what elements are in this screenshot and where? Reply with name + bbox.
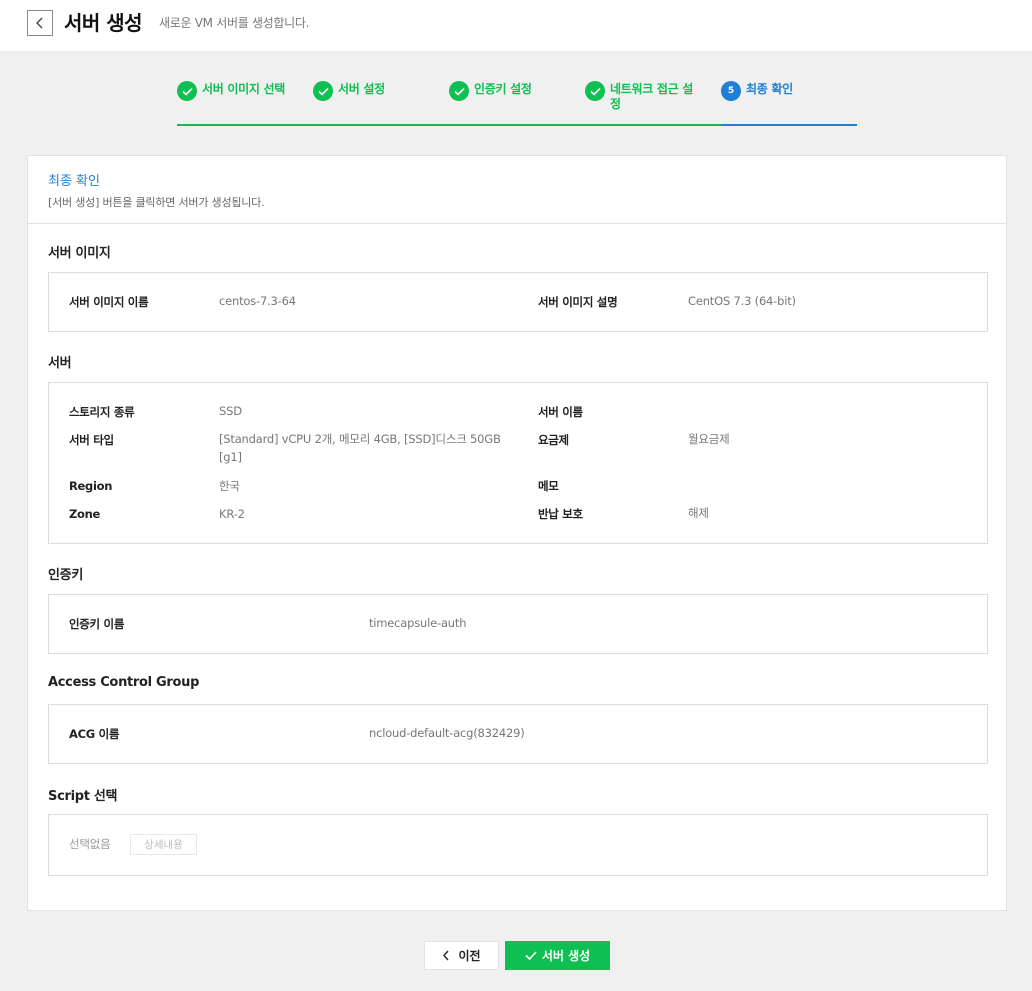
zone-label: Zone xyxy=(69,507,101,521)
image-name-value: centos-7.3-64 xyxy=(219,294,296,308)
chevron-left-icon xyxy=(443,950,449,961)
acg-name-value: ncloud-default-acg(832429) xyxy=(369,726,525,740)
step-network-access[interactable]: 네트워크 접근 설정 xyxy=(585,78,721,126)
server-box: 스토리지 종류 SSD 서버 타입 [Standard] vCPU 2개, 메모… xyxy=(48,382,988,544)
plan-value: 월요금제 xyxy=(688,432,730,446)
step-label: 서버 설정 xyxy=(338,82,385,96)
top-header: 서버 생성 새로운 VM 서버를 생성합니다. xyxy=(0,0,1032,51)
chevron-left-icon xyxy=(36,17,43,29)
section-title-acg: Access Control Group xyxy=(48,675,200,690)
auth-key-name-label: 인증키 이름 xyxy=(69,617,125,631)
region-label: Region xyxy=(69,479,113,493)
section-title-server-image: 서버 이미지 xyxy=(48,246,111,261)
back-button[interactable] xyxy=(27,10,53,36)
auth-key-box: 인증키 이름 timecapsule-auth xyxy=(48,594,988,654)
check-circle-icon xyxy=(177,81,197,101)
memo-label: 메모 xyxy=(538,479,559,493)
check-icon xyxy=(525,951,537,960)
storage-label: 스토리지 종류 xyxy=(69,405,135,419)
step-bar xyxy=(177,124,313,126)
step-server-settings[interactable]: 서버 설정 xyxy=(313,78,449,126)
page-subtitle: 새로운 VM 서버를 생성합니다. xyxy=(159,16,310,30)
plan-label: 요금제 xyxy=(538,433,569,447)
image-name-label: 서버 이미지 이름 xyxy=(69,295,149,309)
step-auth-key[interactable]: 인증키 설정 xyxy=(449,78,585,126)
image-desc-label: 서버 이미지 설명 xyxy=(538,295,618,309)
check-circle-icon xyxy=(585,81,605,101)
step-bar xyxy=(721,124,857,126)
section-title-auth-key: 인증키 xyxy=(48,568,83,583)
region-value: 한국 xyxy=(219,479,240,493)
server-type-label: 서버 타입 xyxy=(69,433,114,447)
step-server-image[interactable]: 서버 이미지 선택 xyxy=(177,78,313,126)
script-box: 선택없음 상세내용 xyxy=(48,814,988,876)
create-button-label: 서버 생성 xyxy=(541,949,591,963)
step-label: 서버 이미지 선택 xyxy=(202,82,285,96)
check-circle-icon xyxy=(313,81,333,101)
prev-button[interactable]: 이전 xyxy=(424,941,499,970)
script-detail-button[interactable]: 상세내용 xyxy=(130,834,197,855)
panel-title: 최종 확인 xyxy=(48,174,100,189)
auth-key-name-value: timecapsule-auth xyxy=(369,616,467,630)
acg-name-label: ACG 이름 xyxy=(69,727,120,741)
return-protect-label: 반납 보호 xyxy=(538,507,583,521)
step-number-badge: 5 xyxy=(721,81,741,101)
image-desc-value: CentOS 7.3 (64-bit) xyxy=(688,294,796,308)
panel-header: 최종 확인 [서버 생성] 버튼을 클릭하면 서버가 생성됩니다. xyxy=(28,156,1006,224)
section-title-server: 서버 xyxy=(48,356,72,371)
create-server-button[interactable]: 서버 생성 xyxy=(505,941,610,970)
zone-value: KR-2 xyxy=(219,507,245,521)
acg-box: ACG 이름 ncloud-default-acg(832429) xyxy=(48,704,988,764)
return-protect-value: 해제 xyxy=(688,506,709,520)
step-bar xyxy=(313,124,449,126)
step-final-confirm[interactable]: 5 최종 확인 xyxy=(721,78,857,126)
step-bar xyxy=(585,124,721,126)
check-circle-icon xyxy=(449,81,469,101)
step-label: 최종 확인 xyxy=(746,82,793,96)
prev-button-label: 이전 xyxy=(458,949,481,963)
storage-value: SSD xyxy=(219,404,242,418)
page-title: 서버 생성 xyxy=(64,11,143,35)
step-label: 네트워크 접근 설정 xyxy=(610,82,693,111)
step-bar xyxy=(449,124,585,126)
panel-description: [서버 생성] 버튼을 클릭하면 서버가 생성됩니다. xyxy=(48,196,265,209)
final-confirm-panel: 최종 확인 [서버 생성] 버튼을 클릭하면 서버가 생성됩니다. 서버 이미지… xyxy=(27,155,1007,911)
server-image-box: 서버 이미지 이름 centos-7.3-64 서버 이미지 설명 CentOS… xyxy=(48,272,988,332)
step-progress: 서버 이미지 선택 서버 설정 인증키 설정 네트워크 접근 설정 5 최종 확… xyxy=(177,78,857,126)
script-value: 선택없음 xyxy=(69,837,111,851)
step-label: 인증키 설정 xyxy=(474,82,532,96)
server-name-label: 서버 이름 xyxy=(538,405,583,419)
server-type-value: [Standard] vCPU 2개, 메모리 4GB, [SSD]디스크 50… xyxy=(219,432,501,464)
section-title-script: Script 선택 xyxy=(48,789,118,804)
